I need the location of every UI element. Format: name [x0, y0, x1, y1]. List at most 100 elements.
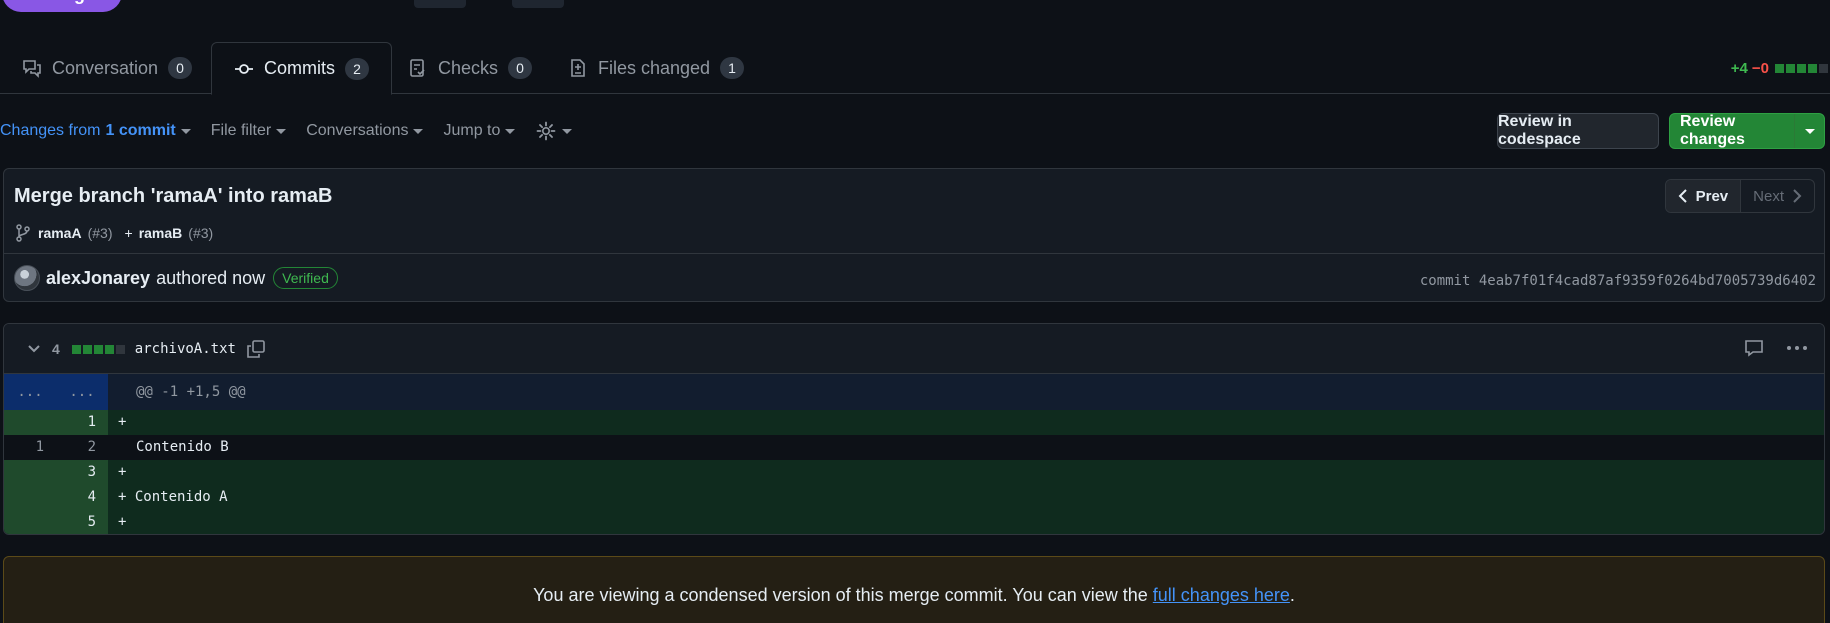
author-link[interactable]: alexJonarey: [46, 268, 150, 289]
divider: [4, 253, 1824, 254]
copy-icon[interactable]: [246, 339, 266, 359]
review-changes-label: Review changes: [1680, 113, 1745, 148]
hunk-header: ... ... @@ -1 +1,5 @@: [4, 374, 1824, 410]
file-change-count: 4: [52, 340, 60, 357]
tab-checks[interactable]: Checks 0: [386, 42, 554, 94]
conversation-icon: [23, 60, 41, 78]
tab-count: 0: [168, 57, 193, 79]
comment-icon[interactable]: [1744, 338, 1764, 358]
old-line-number: [4, 410, 56, 435]
settings-dropdown[interactable]: [535, 120, 573, 142]
tab-files-changed[interactable]: Files changed 1: [546, 42, 766, 94]
line-content: Contenido B: [136, 439, 229, 455]
deletions-count: −0: [1751, 60, 1769, 77]
diff-line-added: 3 +: [4, 460, 1824, 485]
diffstat: +4 −0: [1731, 60, 1828, 77]
gear-icon: [537, 121, 556, 141]
tab-label: Conversation: [52, 57, 159, 78]
changes-from-dropdown[interactable]: Changes from 1 commit: [0, 122, 191, 140]
checklist-icon: [410, 59, 425, 77]
chevron-down-icon: [276, 128, 287, 134]
full-changes-link[interactable]: full changes here: [1153, 585, 1290, 605]
additions-count: +4: [1730, 60, 1748, 77]
tab-label: Commits: [264, 58, 335, 78]
pr-tabs: Conversation 0 Commits 2 Checks 0 Files …: [0, 42, 1830, 95]
conversations-label: Conversations: [306, 122, 409, 139]
file-filter-label: File filter: [210, 122, 272, 139]
avatar[interactable]: [14, 265, 40, 291]
commit-title: Merge branch 'ramaA' into ramaB: [14, 185, 333, 207]
branch-separator: +: [124, 225, 133, 241]
new-line-number[interactable]: 5: [56, 510, 108, 534]
commit-header: Merge branch 'ramaA' into ramaB ramaA (#…: [3, 168, 1825, 302]
line-content: +: [118, 464, 135, 480]
chevron-left-icon: [1678, 189, 1687, 203]
git-branch-icon: [16, 224, 30, 242]
pr-header-strip: Merged: [0, 0, 1830, 14]
file-actions: [1744, 338, 1808, 358]
line-content: + Contenido A: [118, 489, 228, 505]
hunk-range: @@ -1 +1,5 @@: [136, 384, 246, 400]
tab-count: 2: [345, 57, 369, 80]
review-changes-button[interactable]: Review changes: [1669, 113, 1825, 149]
diff-line-added: 1 +: [4, 410, 1824, 435]
pr-reference[interactable]: (#3): [88, 225, 113, 241]
commit-branches: ramaA (#3) + ramaB (#3): [14, 223, 213, 243]
file-filter-dropdown[interactable]: File filter: [210, 122, 287, 140]
jump-to-label: Jump to: [443, 122, 501, 139]
new-line-number[interactable]: 1: [56, 410, 108, 435]
next-commit-button[interactable]: Next: [1741, 180, 1814, 212]
tab-count: 0: [508, 57, 533, 79]
diff-line-added: 4 + Contenido A: [4, 485, 1824, 510]
tab-conversation[interactable]: Conversation 0: [0, 42, 214, 94]
file-name[interactable]: archivoA.txt: [135, 341, 236, 357]
file-header: 4 archivoA.txt: [4, 324, 1824, 374]
branch-link[interactable]: ramaA: [38, 225, 82, 241]
old-line-number[interactable]: 1: [4, 435, 56, 460]
diff-line-context: 1 2 Contenido B: [4, 435, 1824, 460]
next-label: Next: [1753, 187, 1784, 205]
changes-commit-count: 1 commit: [105, 122, 176, 139]
changes-prefix: Changes from: [0, 122, 101, 139]
kebab-menu-icon[interactable]: [1786, 338, 1808, 358]
review-options-toggle[interactable]: [1794, 114, 1824, 148]
branch-link[interactable]: ramaB: [139, 225, 183, 241]
chevron-down-icon: [505, 128, 516, 134]
file-diffstat-bar: [70, 341, 125, 357]
new-line-number[interactable]: 2: [56, 435, 108, 460]
verified-badge[interactable]: Verified: [273, 267, 338, 289]
commit-navigation: Prev Next: [1664, 179, 1815, 213]
merge-commit-notice: You are viewing a condensed version of t…: [3, 556, 1825, 623]
pr-reference[interactable]: (#3): [188, 225, 213, 241]
commit-icon: [235, 63, 253, 74]
new-line-number[interactable]: 4: [56, 485, 108, 510]
jump-to-dropdown[interactable]: Jump to: [443, 122, 516, 140]
old-line-number: [4, 460, 56, 485]
commit-sha: commit 4eab7f01f4cad87af9359f0264bd70057…: [1419, 273, 1816, 289]
diff-line-added: 5 +: [4, 510, 1824, 534]
branch-chip: [414, 0, 466, 8]
expand-hunk-new[interactable]: ...: [56, 374, 108, 410]
conversations-dropdown[interactable]: Conversations: [306, 122, 424, 140]
old-line-number: [4, 510, 56, 534]
old-line-number: [4, 485, 56, 510]
diff-toolbar: Changes from 1 commit File filter Conver…: [0, 116, 592, 146]
tab-label: Checks: [438, 57, 499, 78]
new-line-number[interactable]: 3: [56, 460, 108, 485]
chevron-down-icon[interactable]: [26, 341, 42, 357]
branch-chip: [512, 0, 564, 8]
prev-commit-button[interactable]: Prev: [1665, 180, 1742, 212]
line-content: +: [118, 514, 135, 530]
review-in-codespace-button[interactable]: Review in codespace: [1497, 113, 1659, 149]
chevron-right-icon: [1793, 189, 1802, 203]
tab-count: 1: [720, 57, 745, 79]
chevron-down-icon: [180, 128, 191, 134]
tab-label: Files changed: [598, 57, 711, 78]
chevron-down-icon: [562, 128, 573, 134]
authored-time: authored now: [156, 267, 266, 288]
chevron-down-icon: [1804, 128, 1815, 134]
notice-end: .: [1289, 585, 1295, 605]
line-content: +: [118, 414, 135, 430]
tab-commits[interactable]: Commits 2: [211, 42, 392, 95]
expand-hunk-old[interactable]: ...: [4, 374, 56, 410]
